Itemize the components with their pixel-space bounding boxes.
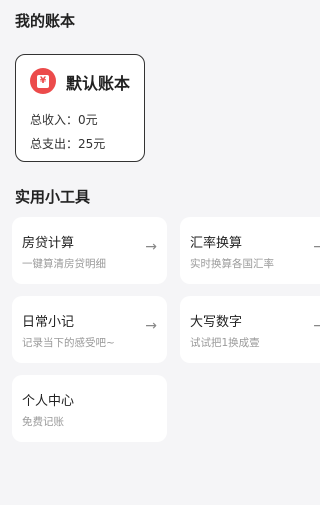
tools-title: 实用小工具 <box>15 188 91 206</box>
yuan-icon: ¥ <box>37 74 49 88</box>
income-value: 0元 <box>78 113 98 127</box>
arrow-right-icon: → <box>145 239 157 255</box>
total-expense: 总支出：25元 <box>30 135 105 152</box>
tool-name: 汇率换算 <box>190 236 243 251</box>
arrow-right-icon: → <box>313 239 320 255</box>
tool-description: 记录当下的感受吧~ <box>22 337 115 349</box>
tool-description: 试试把1换成壹 <box>190 337 260 349</box>
tool-description: 实时换算各国汇率 <box>190 258 274 270</box>
ledger-icon: ¥ <box>30 68 56 94</box>
tool-description: 免费记账 <box>22 416 64 428</box>
account-book-name: 默认账本 <box>66 74 131 93</box>
tool-description: 一键算清房贷明细 <box>22 258 106 270</box>
arrow-right-icon: → <box>145 318 157 334</box>
default-account-book-card[interactable]: ¥ 默认账本 总收入：0元 总支出：25元 <box>15 54 145 162</box>
income-label: 总收入： <box>30 113 79 127</box>
tool-name: 房贷计算 <box>22 236 75 251</box>
tool-card-daily-notes[interactable]: 日常小记 记录当下的感受吧~ → <box>12 296 167 363</box>
tool-name: 日常小记 <box>22 315 75 330</box>
tool-card-mortgage-calculator[interactable]: 房贷计算 一键算清房贷明细 → <box>12 217 167 284</box>
tool-card-chinese-numerals[interactable]: 大写数字 试试把1换成壹 → <box>180 296 320 363</box>
tool-name: 个人中心 <box>22 394 75 409</box>
tool-name: 大写数字 <box>190 315 243 330</box>
tool-card-personal-center[interactable]: 个人中心 免费记账 <box>12 375 167 442</box>
tool-card-exchange-rate[interactable]: 汇率换算 实时换算各国汇率 → <box>180 217 320 284</box>
my-books-title: 我的账本 <box>15 12 76 30</box>
arrow-right-icon: → <box>313 318 320 334</box>
expense-value: 25元 <box>78 137 106 151</box>
expense-label: 总支出： <box>30 137 79 151</box>
total-income: 总收入：0元 <box>30 111 98 128</box>
